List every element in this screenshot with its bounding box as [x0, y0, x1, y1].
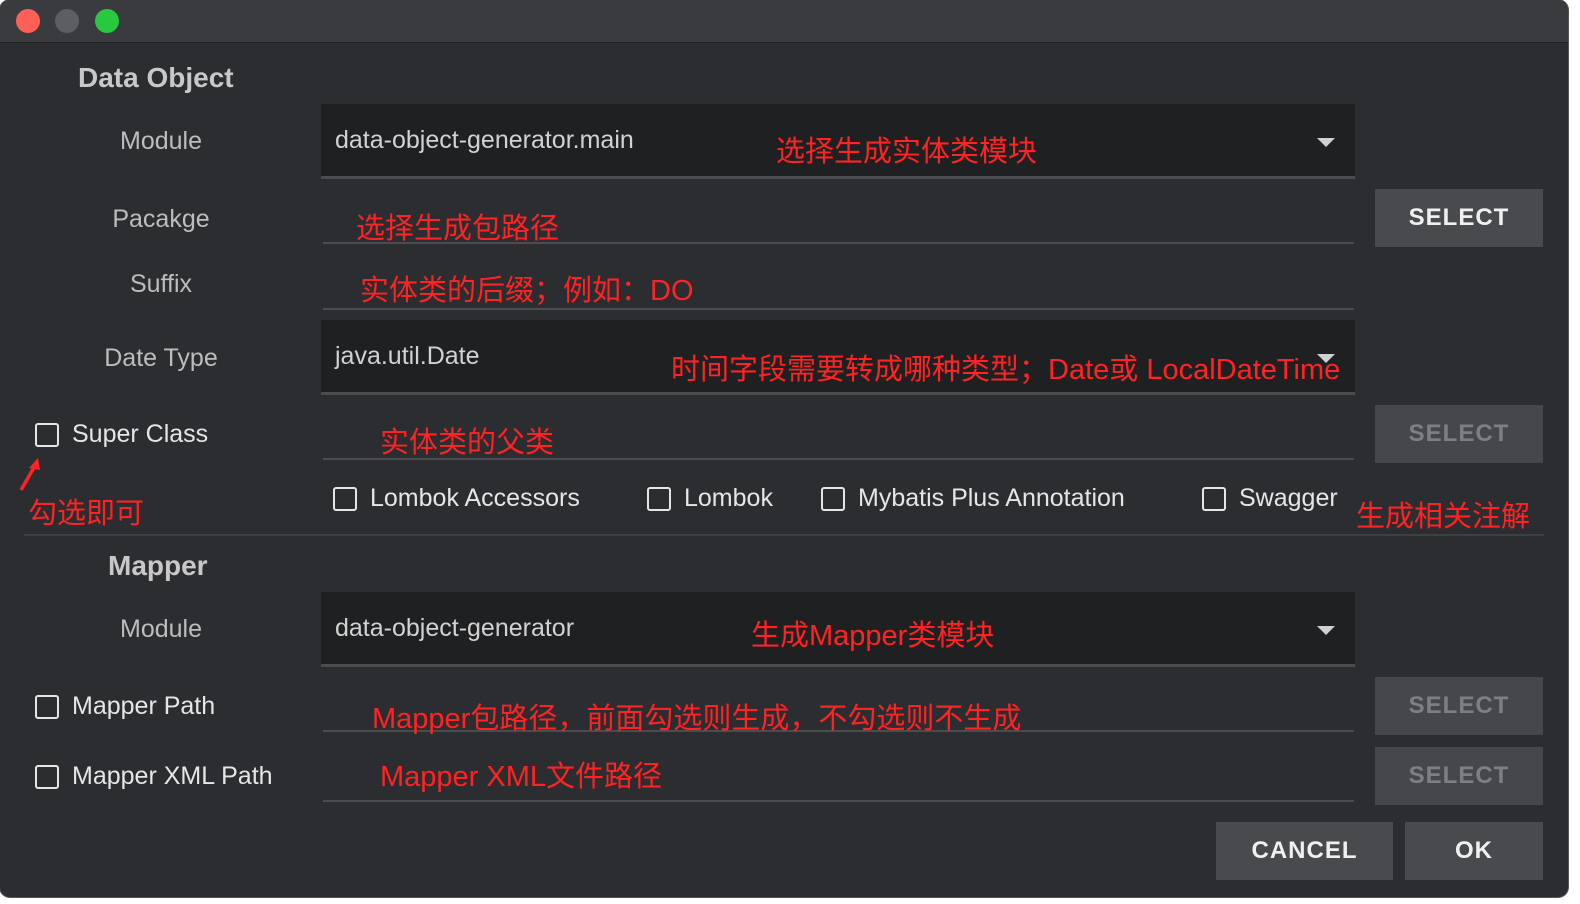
minimize-window-button[interactable] [55, 9, 79, 33]
suffix-label: Suffix [129, 270, 193, 298]
ok-button[interactable]: OK [1405, 822, 1543, 880]
mapper-xml-path-select-button[interactable]: SELECT [1375, 747, 1543, 805]
mapper-section-title: Mapper [108, 550, 208, 581]
dialog-window: Data Object Module data-object-generator… [0, 0, 1568, 897]
mapper-xml-path-checkbox[interactable]: Mapper XML Path [35, 762, 273, 791]
checkbox-box[interactable] [35, 764, 59, 789]
option-label: Lombok Accessors [370, 484, 580, 512]
annotation-suffix: 实体类的后缀；例如：DO [360, 275, 694, 307]
mapper-path-label: Mapper Path [72, 692, 216, 720]
annotation-options: 生成相关注解 [1356, 501, 1531, 533]
mapper-module-value: data-object-generator [335, 614, 575, 642]
lombok-accessors-checkbox[interactable]: Lombok Accessors [333, 484, 580, 513]
annotation-package: 选择生成包路径 [356, 213, 560, 245]
annotation-mapper-xml: Mapper XML文件路径 [380, 761, 663, 793]
checkbox-box[interactable] [821, 486, 845, 511]
lombok-checkbox[interactable]: Lombok [647, 484, 773, 513]
option-label: Swagger [1239, 484, 1338, 512]
chevron-down-icon [1317, 626, 1335, 635]
mapper-xml-path-label: Mapper XML Path [72, 762, 273, 790]
chevron-down-icon [1317, 138, 1335, 147]
data-object-module-value: data-object-generator.main [335, 126, 634, 154]
mapper-module-label: Module [120, 615, 202, 643]
section-divider [24, 534, 1544, 536]
mapper-path-select-button[interactable]: SELECT [1375, 677, 1543, 735]
checkbox-box[interactable] [333, 486, 357, 511]
close-window-button[interactable] [16, 9, 40, 33]
checkbox-box[interactable] [35, 422, 59, 447]
annotation-check-hint: 勾选即可 [28, 498, 145, 530]
package-label: Pacakge [112, 205, 210, 233]
title-bar [0, 0, 1568, 43]
mybatis-plus-annotation-checkbox[interactable]: Mybatis Plus Annotation [821, 484, 1125, 513]
annotation-super-class: 实体类的父类 [380, 427, 555, 459]
data-object-module-label: Module [120, 127, 202, 155]
cancel-button[interactable]: CANCEL [1216, 822, 1393, 880]
mapper-path-checkbox[interactable]: Mapper Path [35, 692, 215, 721]
annotation-mapper-module: 生成Mapper类模块 [751, 620, 995, 652]
super-class-label: Super Class [72, 420, 209, 448]
super-class-checkbox[interactable]: Super Class [35, 420, 208, 449]
annotation-module: 选择生成实体类模块 [776, 136, 1038, 168]
annotation-mapper-path: Mapper包路径，前面勾选则生成，不勾选则不生成 [372, 703, 1022, 735]
package-select-button[interactable]: SELECT [1375, 189, 1543, 247]
super-class-select-button[interactable]: SELECT [1375, 405, 1543, 463]
checkbox-box[interactable] [1202, 486, 1226, 511]
date-type-value: java.util.Date [335, 342, 480, 370]
checkbox-box[interactable] [647, 486, 671, 511]
checkbox-box[interactable] [35, 694, 59, 719]
option-label: Lombok [684, 484, 773, 512]
option-label: Mybatis Plus Annotation [858, 484, 1125, 512]
date-type-label: Date Type [104, 344, 218, 372]
maximize-window-button[interactable] [95, 9, 119, 33]
data-object-section-title: Data Object [78, 62, 234, 93]
annotation-date-type: 时间字段需要转成哪种类型；Date或 LocalDateTime [671, 354, 1341, 386]
swagger-checkbox[interactable]: Swagger [1202, 484, 1338, 513]
